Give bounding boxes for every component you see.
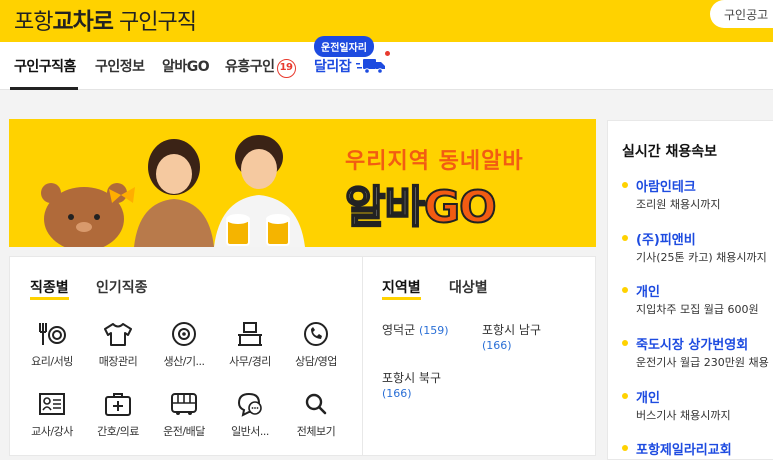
bullet-dot bbox=[622, 182, 628, 188]
chat-icon bbox=[237, 392, 262, 417]
nav-item-dalijob[interactable]: 달리잡 bbox=[314, 56, 352, 76]
tab-popular-jobs[interactable]: 인기직종 bbox=[96, 277, 148, 297]
job-desc: 운전기사 월급 230만원 채용 bbox=[636, 356, 769, 369]
driving-jobs-tag: 운전일자리 bbox=[314, 36, 374, 57]
bus-icon bbox=[171, 393, 197, 415]
truck-icon bbox=[356, 59, 385, 74]
sidebar-title: 실시간 채용속보 bbox=[622, 144, 718, 160]
job-company: 개인 bbox=[636, 391, 660, 406]
adult-badge: 19 bbox=[276, 59, 296, 78]
post-job-button[interactable]: 구인공고 bbox=[710, 0, 773, 28]
category-general[interactable]: 일반서... bbox=[222, 391, 278, 439]
category-label: 일반서... bbox=[231, 425, 269, 438]
nav-item-albago[interactable]: 알바GO bbox=[162, 56, 210, 76]
office-icon bbox=[238, 322, 262, 346]
category-store[interactable]: 매장관리 bbox=[90, 321, 146, 369]
banner-logo-go: GO bbox=[423, 181, 498, 234]
category-label: 생산/기... bbox=[163, 355, 205, 368]
region-count: (166) bbox=[482, 339, 512, 352]
bullet-dot bbox=[622, 235, 628, 241]
utensils-icon bbox=[39, 323, 66, 345]
region-name: 영덕군 bbox=[382, 323, 416, 337]
region-panel: 지역별 대상별 영덕군 (159) 포항시 남구 (166) 포항시 북구 (1… bbox=[363, 256, 596, 456]
category-label: 간호/의료 bbox=[97, 425, 139, 438]
job-desc: 지입차주 모집 월급 600원 bbox=[636, 303, 759, 316]
logo-brand: 교차로 bbox=[52, 9, 113, 35]
realtime-jobs-sidebar: 실시간 채용속보 아람인테크 조리원 채용시까지 (주)피앤비 기사(25톤 카… bbox=[607, 120, 773, 460]
gear-icon bbox=[172, 322, 196, 346]
category-medical[interactable]: 간호/의료 bbox=[90, 391, 146, 439]
category-teacher[interactable]: 교사/강사 bbox=[24, 391, 80, 439]
nav-active-underline bbox=[10, 87, 78, 90]
nav-item-jobs[interactable]: 구인정보 bbox=[95, 56, 145, 76]
medkit-icon bbox=[105, 393, 131, 416]
banner-logo-alba: 알바 bbox=[344, 181, 426, 234]
bullet-dot bbox=[622, 445, 628, 451]
bullet-dot bbox=[622, 393, 628, 399]
category-production[interactable]: 생산/기... bbox=[156, 321, 212, 369]
job-company: 개인 bbox=[636, 285, 660, 300]
category-label: 매장관리 bbox=[98, 355, 138, 368]
tab-by-target[interactable]: 대상별 bbox=[449, 277, 488, 297]
job-desc: 버스기사 채용시까지 bbox=[636, 409, 731, 422]
job-desc: 조리원 채용시까지 bbox=[636, 198, 721, 211]
region-name: 포항시 북구 bbox=[382, 371, 442, 385]
logo-section: 구인구직 bbox=[118, 10, 197, 35]
job-company: 포항제일라리교회 bbox=[636, 443, 732, 458]
category-driving[interactable]: 운전/배달 bbox=[156, 391, 212, 439]
albago-banner[interactable]: 우리지역 동네알바 알바GO bbox=[9, 119, 596, 247]
nav-label: 유흥구인 bbox=[225, 59, 275, 75]
tab-by-job-type[interactable]: 직종별 bbox=[30, 277, 69, 300]
nav-label: 구인정보 bbox=[95, 59, 145, 75]
category-sales[interactable]: 상담/영업 bbox=[288, 321, 344, 369]
main-nav: 구인구직홈 구인정보 알바GO 유흥구인 19 운전일자리 달리잡 bbox=[0, 36, 773, 90]
region-count: (166) bbox=[382, 387, 412, 400]
category-label: 요리/서빙 bbox=[31, 355, 73, 368]
banner-illustration bbox=[41, 135, 305, 247]
board-icon bbox=[39, 393, 65, 415]
category-view-all[interactable]: 전체보기 bbox=[288, 391, 344, 439]
job-company: 아람인테크 bbox=[636, 180, 696, 195]
region-link[interactable]: 포항시 남구 (166) bbox=[482, 323, 541, 353]
category-label: 사무/경리 bbox=[229, 355, 271, 368]
category-label: 운전/배달 bbox=[163, 425, 205, 438]
nav-label: 알바GO bbox=[162, 59, 210, 75]
logo-city: 포항 bbox=[14, 10, 53, 35]
top-header: 포항교차로 구인구직 구인공고 bbox=[0, 0, 773, 42]
region-count: (159) bbox=[418, 324, 449, 337]
site-logo[interactable]: 포항교차로 구인구직 bbox=[14, 2, 197, 36]
search-icon bbox=[305, 393, 327, 415]
category-label: 교사/강사 bbox=[31, 425, 73, 438]
shirt-icon bbox=[104, 323, 132, 346]
bullet-dot bbox=[622, 287, 628, 293]
nav-item-home[interactable]: 구인구직홈 bbox=[14, 56, 76, 76]
category-label: 상담/영업 bbox=[295, 355, 337, 368]
bullet-dot bbox=[622, 340, 628, 346]
nav-label: 달리잡 bbox=[314, 59, 352, 75]
job-category-panel: 직종별 인기직종 요리/서빙 매장관리 생산/기... 사무/경리 상담/영업 … bbox=[9, 256, 363, 456]
category-label: 전체보기 bbox=[296, 425, 336, 438]
region-name: 포항시 남구 bbox=[482, 323, 542, 337]
phone-icon bbox=[304, 322, 328, 346]
category-cooking[interactable]: 요리/서빙 bbox=[24, 321, 80, 369]
job-desc: 기사(25톤 카고) 채용시까지 bbox=[636, 251, 767, 264]
nav-item-entertainment[interactable]: 유흥구인 19 bbox=[225, 56, 296, 78]
tab-by-region[interactable]: 지역별 bbox=[382, 277, 421, 300]
job-company: (주)피앤비 bbox=[636, 233, 696, 248]
region-link[interactable]: 영덕군 (159) bbox=[382, 323, 449, 338]
job-company: 죽도시장 상가번영회 bbox=[636, 338, 749, 353]
banner-logo-text: 알바GO bbox=[344, 171, 498, 235]
category-office[interactable]: 사무/경리 bbox=[222, 321, 278, 369]
region-link[interactable]: 포항시 북구 (166) bbox=[382, 371, 441, 401]
nav-label: 구인구직홈 bbox=[14, 59, 76, 75]
